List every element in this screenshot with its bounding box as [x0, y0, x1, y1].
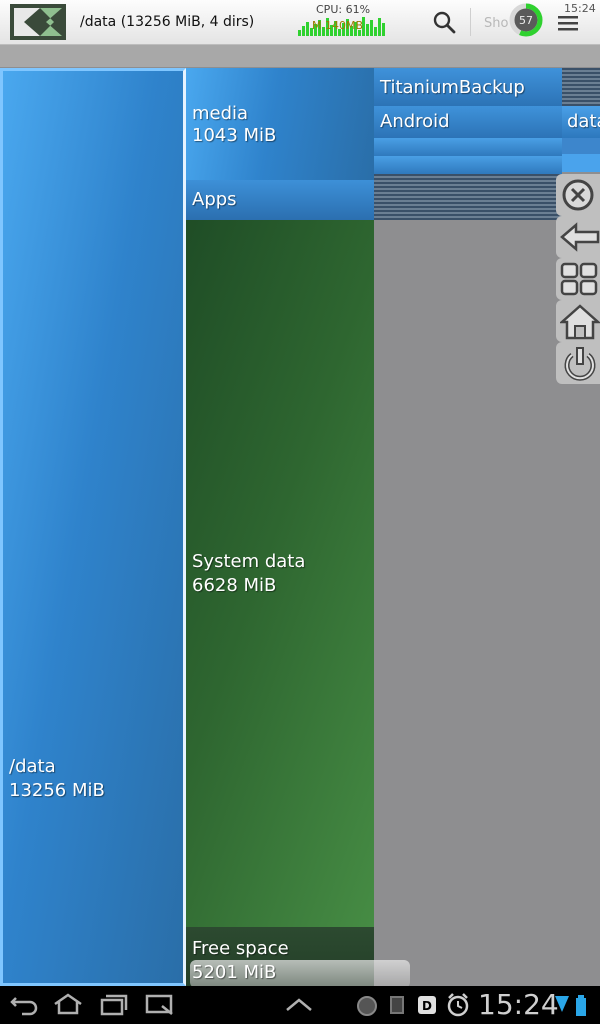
screenshot-icon[interactable]: [144, 992, 176, 1016]
tile-data-sub[interactable]: data: [562, 106, 600, 138]
exit-button[interactable]: [556, 342, 600, 384]
svg-text:D: D: [422, 999, 432, 1013]
tile-media-size: 1043 MiB: [192, 125, 277, 146]
page-title: /data (13256 MiB, 4 dirs): [80, 14, 255, 30]
battery-value: 57: [519, 14, 533, 27]
grid-view-button[interactable]: [556, 258, 600, 300]
home-button[interactable]: [556, 300, 600, 342]
tile-system-data-size: 6628 MiB: [192, 575, 277, 596]
tile-data-sub-name: data: [567, 111, 600, 132]
wifi-signal-icon: [555, 996, 569, 1012]
tile-titanium-backup[interactable]: TitaniumBackup: [374, 68, 562, 106]
tile-media-name: media: [192, 103, 249, 124]
close-button[interactable]: [556, 174, 600, 216]
overflow-menu-icon[interactable]: [556, 12, 580, 34]
tile-apps-name: Apps: [192, 189, 237, 210]
tile-small-files-group[interactable]: [562, 68, 600, 106]
tile-unlabeled[interactable]: [562, 138, 600, 154]
power-icon: [564, 347, 596, 381]
tile-unlabeled[interactable]: [374, 156, 562, 174]
tile-android[interactable]: Android: [374, 106, 562, 138]
download-app-icon: D: [418, 996, 436, 1014]
disk-usage-treemap[interactable]: /data 13256 MiB media 1043 MiB Apps Syst…: [0, 68, 600, 986]
close-icon: [562, 179, 594, 211]
recent-apps-icon[interactable]: [98, 992, 130, 1016]
system-navigation-bar: D 15:24: [0, 986, 600, 1024]
memory-usage-label: M 140MB: [312, 19, 364, 32]
tile-android-name: Android: [380, 111, 450, 132]
tile-data-root-size: 13256 MiB: [9, 780, 105, 801]
home-icon[interactable]: [52, 992, 84, 1016]
battery-icon: [576, 995, 586, 1016]
action-bar: /data (13256 MiB, 4 dirs) CPU: 61% M 140…: [0, 0, 600, 45]
tile-apps[interactable]: Apps: [186, 180, 374, 220]
tile-system-data-name: System data: [192, 551, 306, 572]
tile-unlabeled[interactable]: [562, 154, 600, 172]
system-clock: 15:24: [478, 988, 559, 1021]
tile-data-root[interactable]: /data 13256 MiB: [0, 68, 186, 986]
header-separator: [0, 45, 600, 67]
toolbar-divider: [470, 8, 471, 36]
search-icon[interactable]: [432, 10, 456, 34]
grid-icon: [560, 262, 598, 296]
show-button[interactable]: Sho: [484, 16, 508, 31]
tile-titanium-backup-name: TitaniumBackup: [380, 77, 525, 98]
tile-system-data[interactable]: System data 6628 MiB: [186, 220, 374, 927]
tile-free-space-size: 5201 MiB: [192, 962, 277, 983]
tile-unlabeled[interactable]: [374, 138, 562, 156]
back-button[interactable]: [556, 216, 600, 258]
cpu-usage-label: CPU: 61%: [316, 3, 371, 16]
alarm-icon: [447, 993, 469, 1017]
tile-data-root-name: /data: [9, 756, 56, 777]
back-icon[interactable]: [8, 992, 40, 1016]
usb-icon: [390, 996, 404, 1014]
back-arrow-icon: [560, 222, 600, 252]
battery-level-icon: 57: [509, 3, 543, 37]
app-logo-icon[interactable]: [10, 4, 66, 40]
tile-small-files-group[interactable]: [374, 174, 562, 220]
chevron-up-icon[interactable]: [284, 996, 314, 1014]
tile-free-space-name: Free space: [192, 938, 289, 959]
home-icon: [560, 304, 600, 340]
tile-media[interactable]: media 1043 MiB: [186, 68, 374, 180]
record-icon: [357, 996, 377, 1016]
